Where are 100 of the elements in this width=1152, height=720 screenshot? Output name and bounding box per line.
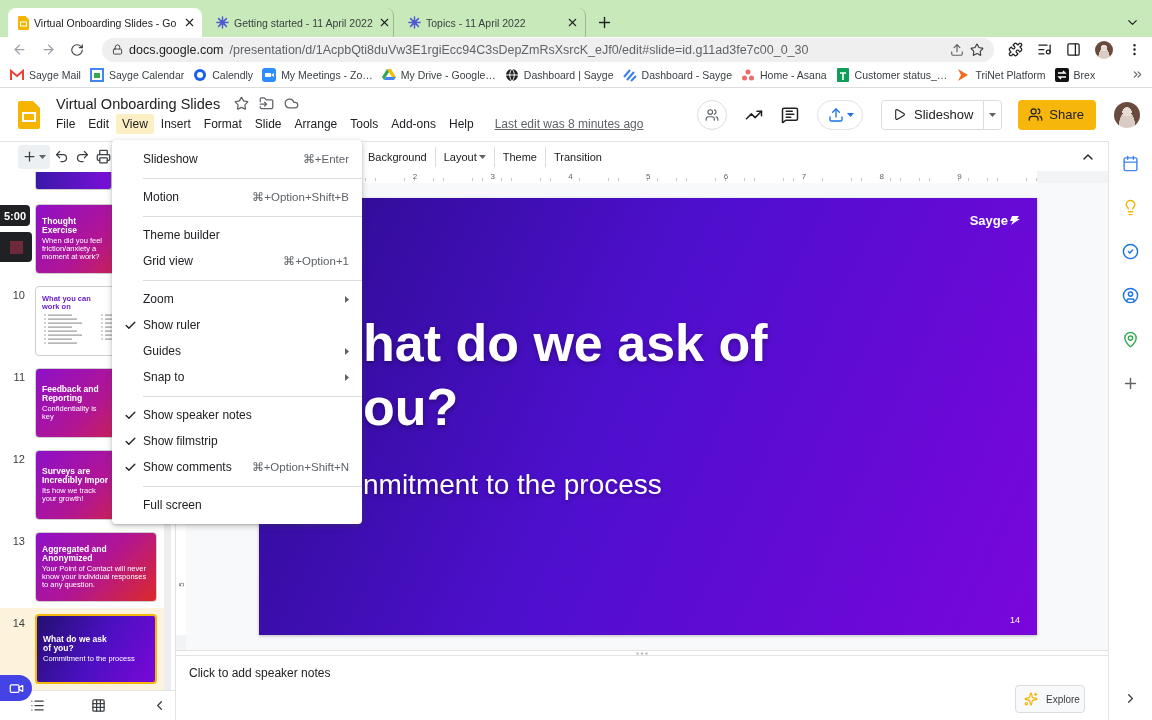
menu-bar-item[interactable]: Slide — [248, 113, 288, 134]
menu-item[interactable]: Show ruler — [112, 312, 362, 338]
menu-bar-item[interactable]: Insert — [154, 113, 197, 134]
address-bar[interactable]: docs.google.com /presentation/d/1AcpbQti8duVw3E1rgiEcc94C3sDepZmRsXsrcK_eJf0/edit#slide=id.g11ad3fe7c00_0_30 — [102, 37, 994, 62]
share-icon[interactable] — [950, 42, 964, 57]
bookmark[interactable]: Calendly — [193, 67, 254, 82]
play-icon — [893, 108, 907, 121]
forward-icon[interactable] — [41, 42, 56, 57]
contacts-icon[interactable] — [1122, 287, 1139, 304]
circle-icon — [193, 67, 208, 82]
star-icon[interactable] — [234, 96, 250, 111]
menu-bar-item[interactable]: File — [50, 113, 82, 134]
slide-logo: Sayge — [969, 212, 1008, 228]
toolbar-button[interactable]: Layout — [435, 144, 494, 169]
menu-item[interactable]: Show filmstrip — [112, 428, 362, 454]
new-slide-button[interactable] — [18, 144, 50, 169]
menu-item[interactable]: Zoom — [112, 286, 362, 312]
share-button[interactable]: Share — [1018, 99, 1096, 130]
close-icon[interactable] — [183, 16, 196, 29]
thumbnail-title: What do we ask of you? — [43, 635, 108, 653]
menu-item[interactable]: Full screen — [112, 492, 362, 518]
new-tab-icon[interactable] — [596, 14, 613, 31]
bookmark[interactable]: Brex — [1054, 67, 1096, 82]
present-button[interactable] — [817, 99, 864, 130]
upload-icon — [828, 106, 845, 123]
meeting-button[interactable] — [697, 99, 728, 130]
browser-tab[interactable]: Virtual Onboarding Slides - Go — [8, 8, 202, 37]
redo-icon[interactable] — [75, 149, 90, 164]
side-panel-icon[interactable] — [1066, 42, 1081, 57]
menu-bar-item[interactable]: Format — [197, 113, 248, 134]
menu-item[interactable]: Slideshow ⌘+Enter — [112, 146, 362, 172]
calendar-icon — [89, 67, 104, 82]
menu-item[interactable]: Snap to — [112, 364, 362, 390]
camera-button[interactable] — [0, 675, 32, 701]
bookmark[interactable]: Dashboard | Sayge — [504, 67, 614, 82]
move-folder-icon[interactable] — [259, 96, 275, 111]
dots-icon — [741, 67, 756, 82]
calendar-icon[interactable] — [1122, 155, 1139, 172]
menu-bar-item[interactable]: View — [116, 113, 154, 134]
bookmark[interactable]: Home - Asana — [741, 67, 827, 82]
timer-badge: 5:00 — [0, 205, 30, 226]
toolbar-button[interactable]: Background — [360, 144, 435, 169]
grid-view-icon[interactable] — [91, 698, 106, 713]
back-icon[interactable] — [12, 42, 27, 57]
slide-page-number: 14 — [1010, 615, 1020, 625]
bookmark[interactable]: My Meetings - Zo… — [262, 67, 373, 82]
bookmark[interactable]: Customer status_… — [835, 67, 948, 82]
toolbar-button[interactable]: Theme — [494, 144, 545, 169]
puzzle-icon[interactable] — [1008, 42, 1023, 57]
menu-item[interactable]: Show comments ⌘+Option+Shift+N — [112, 454, 362, 480]
slide-number: 10 — [11, 288, 26, 303]
menu-item[interactable]: Theme builder — [112, 222, 362, 248]
thumbnail-title: Feedback and Reporting — [42, 385, 100, 404]
menu-item[interactable]: Show speaker notes — [112, 402, 362, 428]
browser-tab[interactable]: Topics - 11 April 2022 — [398, 8, 586, 37]
last-edit-link[interactable]: Last edit was 8 minutes ago — [494, 116, 644, 131]
menu-bar-item[interactable]: Edit — [82, 113, 116, 134]
menu-bar-item[interactable]: Help — [442, 113, 480, 134]
menu-item[interactable]: Grid view ⌘+Option+1 — [112, 248, 362, 274]
speaker-notes-field[interactable]: Click to add speaker notes — [186, 662, 1015, 686]
list-view-icon[interactable] — [30, 698, 45, 713]
more-bookmarks-icon[interactable] — [1131, 68, 1144, 81]
menu-bar-item[interactable]: Add-ons — [385, 113, 442, 134]
slideshow-button[interactable]: Slideshow — [882, 100, 985, 129]
submenu-arrow-icon — [345, 295, 349, 303]
star-icon[interactable] — [970, 42, 984, 57]
plus-icon[interactable] — [1122, 375, 1139, 392]
print-icon[interactable] — [96, 149, 111, 164]
profile-avatar[interactable] — [1095, 40, 1113, 59]
bookmark[interactable]: Dashboard - Sayge — [622, 67, 733, 82]
comment-icon[interactable] — [781, 105, 800, 124]
people-icon — [1028, 107, 1044, 122]
reload-icon[interactable] — [70, 42, 84, 57]
close-icon[interactable] — [566, 16, 579, 29]
slides-logo-icon — [18, 15, 29, 30]
drag-handle-icon[interactable] — [636, 651, 648, 655]
bookmark[interactable]: Sayge Mail — [10, 67, 81, 82]
menu-item[interactable]: Guides — [112, 338, 362, 364]
map-pin-icon[interactable] — [1122, 331, 1139, 348]
bookmark[interactable]: My Drive - Google… — [381, 67, 496, 82]
undo-icon[interactable] — [54, 149, 69, 164]
account-avatar[interactable] — [1114, 101, 1140, 128]
bookmark[interactable]: Sayge Calendar — [89, 67, 185, 82]
tasks-icon[interactable] — [1122, 243, 1139, 260]
thumbnail-title: Surveys are Incredibly Impor — [42, 467, 110, 486]
menu-bar-item[interactable]: Arrange — [288, 113, 344, 134]
slide-title: hat do we ask of — [363, 313, 768, 374]
media-icon[interactable] — [1037, 42, 1052, 57]
plus-icon — [22, 149, 37, 164]
explore-button[interactable]: Explore — [1015, 685, 1085, 713]
slide-thumbnail[interactable] — [35, 172, 112, 190]
slide-subtitle: nmitment to the process — [363, 470, 662, 500]
browser-tab[interactable]: Getting started - 11 April 2022 — [206, 8, 394, 37]
document-title[interactable]: Virtual Onboarding Slides — [56, 95, 221, 112]
toolbar-button[interactable]: Transition — [546, 144, 610, 169]
cloud-icon[interactable] — [284, 96, 300, 111]
bookmark[interactable]: TriNet Platform — [956, 67, 1046, 82]
menu-bar-item[interactable]: Tools — [344, 113, 385, 134]
menu-item[interactable]: Motion ⌘+Option+Shift+B — [112, 184, 362, 210]
people-icon — [705, 107, 720, 122]
